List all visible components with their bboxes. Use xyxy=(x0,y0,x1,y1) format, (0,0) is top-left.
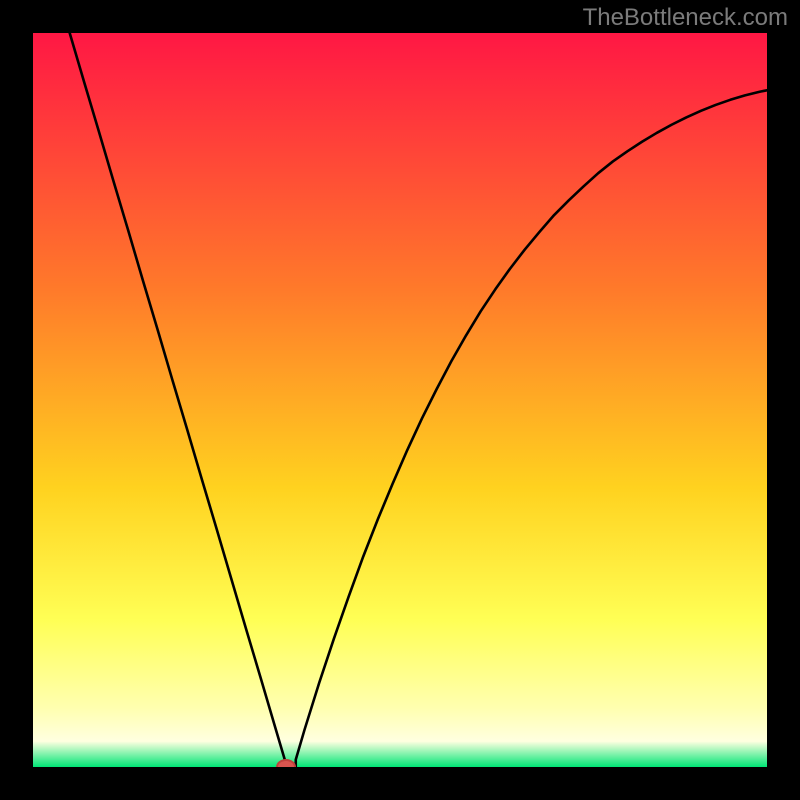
bottleneck-curve xyxy=(33,33,767,767)
chart-container: TheBottleneck.com xyxy=(0,0,800,800)
plot-area xyxy=(33,33,767,767)
attribution-text: TheBottleneck.com xyxy=(583,4,788,32)
